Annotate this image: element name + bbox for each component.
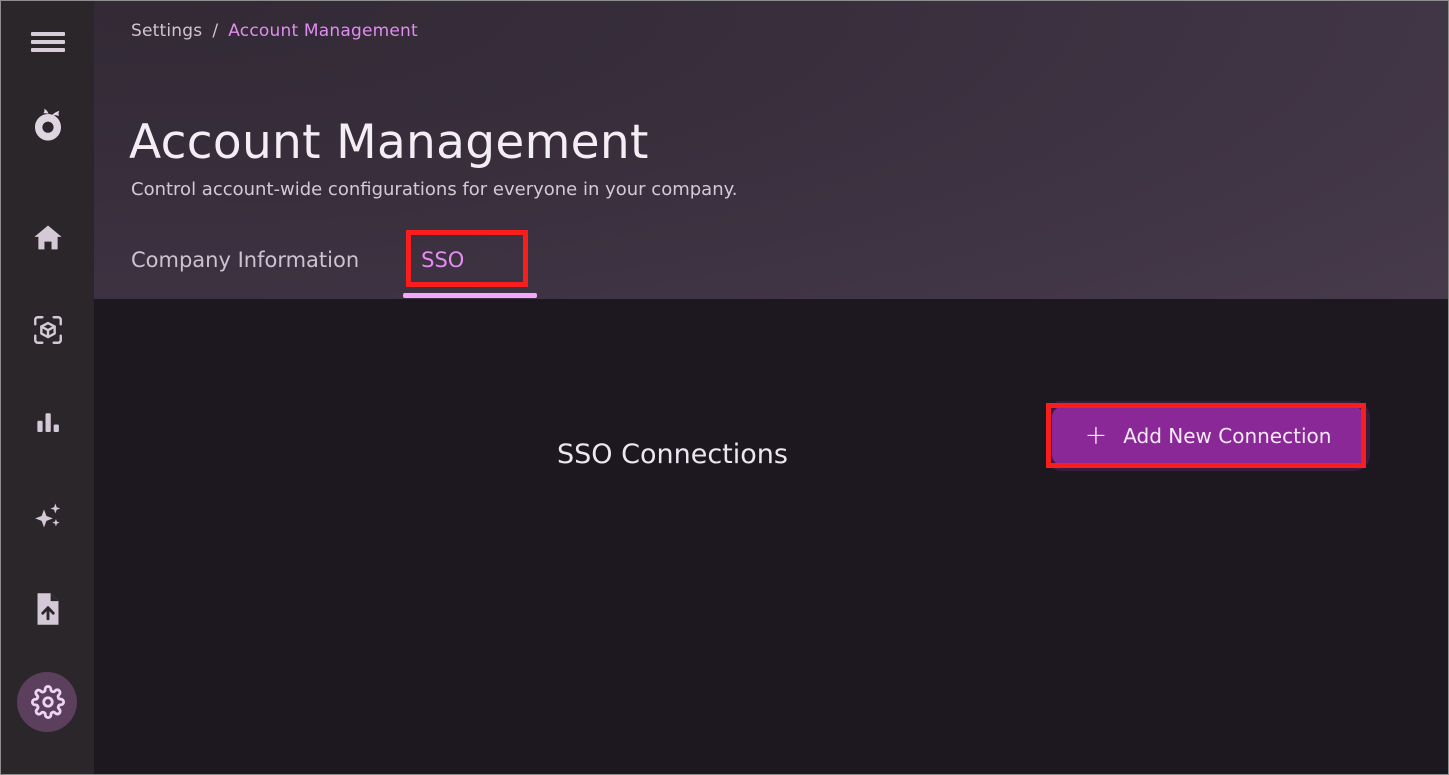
hamburger-icon [29,28,67,54]
add-new-connection-label: Add New Connection [1123,424,1331,448]
sidebar-item-ai[interactable] [1,486,94,546]
home-icon [31,221,65,255]
tab-bar: Company Information SSO [131,241,498,279]
flame-ring-logo-icon [24,103,72,151]
breadcrumb-current: Account Management [228,21,418,41]
page-title: Account Management [129,115,649,170]
main-content: SSO Connections + Add New Connection [94,299,1448,774]
hamburger-menu-button[interactable] [1,11,94,71]
sso-connections-heading: SSO Connections [557,439,788,470]
plus-icon: + [1085,422,1108,449]
sidebar-item-home[interactable] [1,208,94,268]
gear-icon [31,685,65,719]
cube-scan-icon [31,313,65,347]
sidebar-item-assets[interactable] [1,300,94,360]
app-logo-button[interactable] [1,97,94,157]
sidebar-item-settings[interactable] [1,672,94,732]
page-subtitle: Control account-wide configurations for … [131,179,737,200]
breadcrumb-separator: / [212,21,218,41]
add-new-connection-button[interactable]: + Add New Connection [1052,407,1364,465]
page-header: Settings / Account Management Account Ma… [94,1,1448,299]
sparkles-icon [31,499,65,533]
file-upload-icon [33,592,63,626]
bar-chart-icon [33,407,63,437]
tab-company-information[interactable]: Company Information [131,241,387,279]
sidebar-item-analytics[interactable] [1,392,94,452]
sidebar-item-upload[interactable] [1,579,94,639]
tab-active-underline [403,293,537,298]
application-window: Settings / Account Management Account Ma… [0,0,1449,775]
breadcrumb-root-link[interactable]: Settings [131,21,202,41]
breadcrumb: Settings / Account Management [131,21,418,41]
sidebar-navigation [1,1,94,775]
tab-sso[interactable]: SSO [387,241,498,279]
